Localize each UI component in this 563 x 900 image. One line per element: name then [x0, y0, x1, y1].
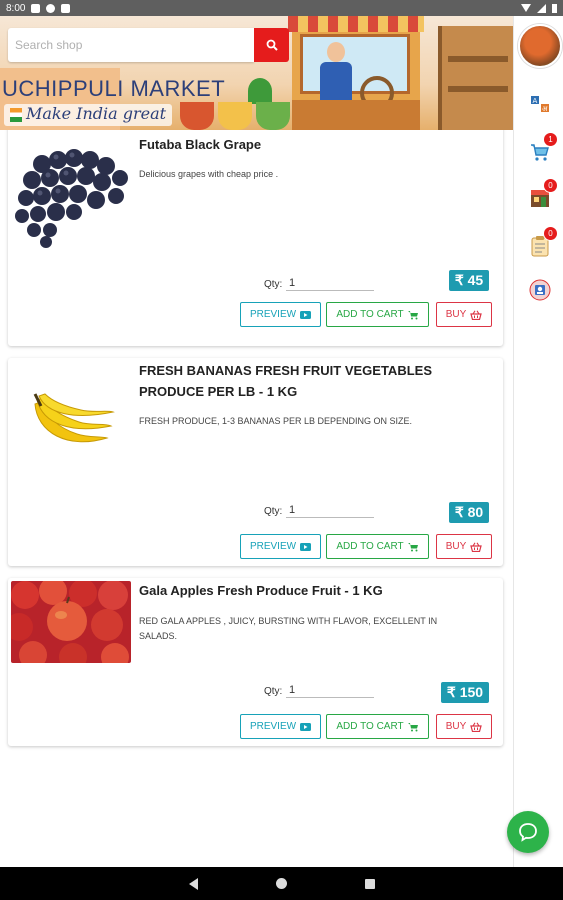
product-card: Gala Apples Fresh Produce Fruit - 1 KG R…: [8, 578, 503, 746]
product-description: RED GALA APPLES , JUICY, BURSTING WITH F…: [139, 616, 438, 641]
qty-label: Qty:: [264, 686, 283, 697]
basket-icon: [470, 542, 483, 552]
notification-icon: [46, 3, 56, 13]
search-input[interactable]: [15, 38, 254, 52]
banner-illustration: [288, 16, 424, 32]
add-to-cart-label: ADD TO CART: [336, 541, 404, 552]
buy-button[interactable]: BUY: [436, 302, 492, 327]
system-nav-bar: [0, 867, 563, 900]
preview-label: PREVIEW: [249, 721, 297, 732]
product-image[interactable]: [11, 581, 131, 663]
preview-button[interactable]: PREVIEW: [240, 534, 321, 559]
notes-count-badge: 0: [543, 226, 558, 241]
language-icon: Aअ: [531, 96, 549, 113]
account-button[interactable]: [528, 278, 552, 302]
banner-illustration: [180, 102, 290, 130]
brand-tagline: Make India great: [4, 104, 173, 126]
cart-icon: [407, 310, 418, 319]
quantity-input[interactable]: [286, 502, 374, 518]
add-to-cart-button[interactable]: ADD TO CART: [326, 302, 429, 327]
add-to-cart-button[interactable]: ADD TO CART: [326, 714, 429, 739]
product-image[interactable]: [12, 372, 132, 472]
status-bar: 8:00: [0, 0, 563, 16]
battery-icon: [552, 3, 557, 13]
add-to-cart-label: ADD TO CART: [336, 309, 404, 320]
side-toolbar: Aअ 1 0 0: [513, 16, 563, 867]
cart-button[interactable]: 1: [528, 132, 558, 164]
search-button[interactable]: [254, 28, 289, 62]
banner-illustration: [292, 100, 420, 130]
quantity-input[interactable]: [286, 682, 374, 698]
product-card: Futaba Black Grape Delicious grapes with…: [8, 130, 503, 346]
basket-icon: [470, 310, 483, 320]
wifi-icon: [521, 4, 531, 12]
svg-text:A: A: [533, 97, 538, 105]
product-description: FRESH PRODUCE, 1-3 BANANAS PER LB DEPEND…: [139, 416, 413, 426]
add-to-cart-label: ADD TO CART: [336, 721, 404, 732]
preview-label: PREVIEW: [249, 309, 297, 320]
product-title[interactable]: Futaba Black Grape: [139, 134, 499, 155]
product-description: Delicious grapes with cheap price .: [139, 169, 279, 179]
notes-button[interactable]: 0: [528, 226, 558, 258]
buy-button[interactable]: BUY: [436, 534, 492, 559]
buy-label: BUY: [445, 721, 467, 732]
product-title[interactable]: FRESH BANANAS FRESH FRUIT VEGETABLES PRO…: [139, 360, 499, 402]
notification-icon: [61, 3, 71, 13]
quantity-input[interactable]: [286, 275, 374, 291]
video-icon: [300, 722, 312, 731]
cart-count-badge: 1: [543, 132, 558, 147]
avatar[interactable]: [518, 24, 562, 68]
product-image[interactable]: [12, 138, 132, 250]
shopkeeper-illustration: [318, 42, 354, 100]
preview-label: PREVIEW: [249, 541, 297, 552]
price-badge: ₹ 150: [441, 682, 489, 703]
buy-button[interactable]: BUY: [436, 714, 492, 739]
buy-label: BUY: [445, 541, 467, 552]
video-icon: [300, 542, 312, 551]
home-icon[interactable]: [275, 878, 287, 889]
profile-card-icon: [529, 279, 551, 301]
flag-icon: [10, 107, 22, 122]
cart-icon: [407, 542, 418, 551]
add-to-cart-button[interactable]: ADD TO CART: [326, 534, 429, 559]
status-time: 8:00: [6, 2, 26, 14]
apple-image: [11, 581, 131, 663]
banner-illustration: [300, 34, 410, 94]
brand-name: UCHIPPULI MARKET: [2, 76, 226, 101]
search-bar: [8, 28, 254, 62]
orders-count-badge: 0: [543, 178, 558, 193]
chat-button[interactable]: [507, 811, 549, 853]
banana-image: [33, 393, 115, 443]
tagline-text: Make India great: [26, 104, 167, 123]
qty-label: Qty:: [264, 279, 283, 290]
preview-button[interactable]: PREVIEW: [240, 302, 321, 327]
banner-illustration: [248, 78, 272, 104]
preview-button[interactable]: PREVIEW: [240, 714, 321, 739]
svg-text:अ: अ: [542, 105, 548, 113]
chat-bubble-icon: [519, 823, 537, 842]
product-title[interactable]: Gala Apples Fresh Produce Fruit - 1 KG: [139, 580, 499, 601]
notification-icon: [31, 3, 41, 13]
cart-icon: [407, 722, 418, 731]
search-icon: [266, 39, 278, 51]
price-badge: ₹ 45: [449, 270, 489, 291]
video-icon: [300, 310, 312, 319]
buy-label: BUY: [445, 309, 467, 320]
grape-image: [15, 149, 128, 248]
recent-apps-icon[interactable]: [364, 878, 375, 889]
product-list: Futaba Black Grape Delicious grapes with…: [0, 130, 513, 867]
price-badge: ₹ 80: [449, 502, 489, 523]
product-card: FRESH BANANAS FRESH FRUIT VEGETABLES PRO…: [8, 358, 503, 566]
basket-icon: [470, 722, 483, 732]
back-icon[interactable]: [188, 877, 198, 890]
qty-label: Qty:: [264, 506, 283, 517]
signal-icon: [537, 3, 546, 13]
language-button[interactable]: Aअ: [528, 92, 552, 116]
banner-illustration: [438, 26, 513, 130]
orders-button[interactable]: 0: [528, 178, 558, 210]
